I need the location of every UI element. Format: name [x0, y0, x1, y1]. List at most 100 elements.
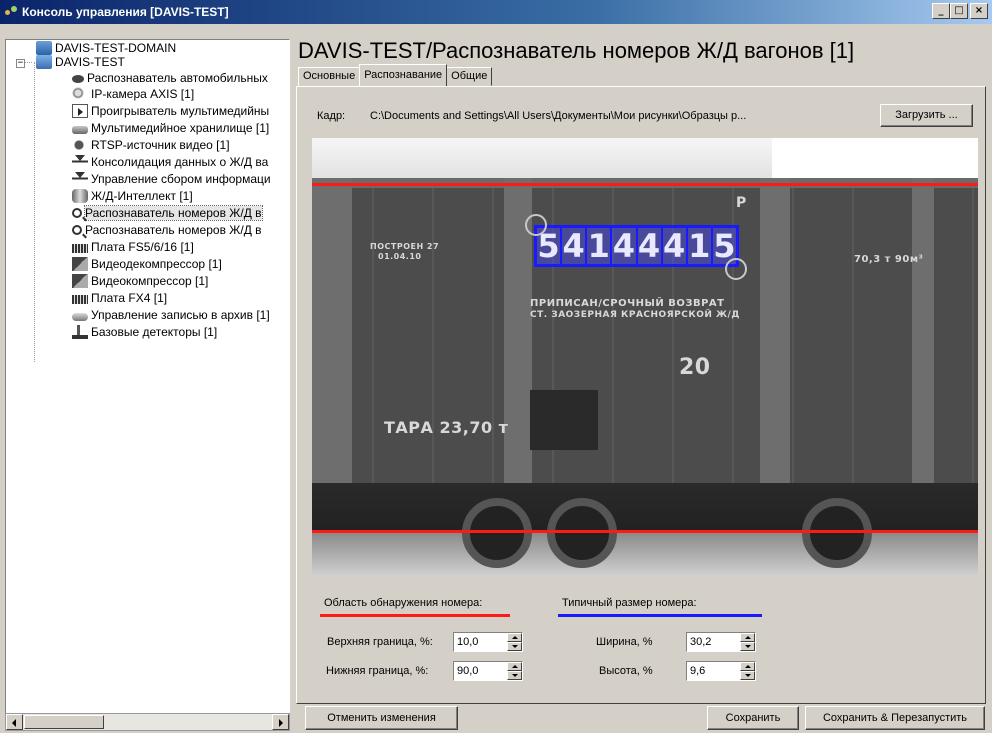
tree-item-label: RTSP-источник видео [1] — [91, 138, 230, 152]
stencil-number-20: 20 — [679, 355, 711, 380]
tree-item-label: Распознаватель автомобильных — [87, 71, 268, 85]
top-bound-spinner[interactable]: 10,0 — [453, 632, 523, 652]
recognized-number-box[interactable]: 5 4 1 4 4 4 1 5 — [534, 225, 739, 267]
page-title: DAVIS-TEST/Распознаватель номеров Ж/Д ва… — [298, 38, 855, 63]
tree-item-label: DAVIS-TEST-DOMAIN — [55, 41, 177, 55]
decompressor-icon — [72, 257, 88, 271]
resize-handle-bottom-right[interactable] — [725, 258, 747, 280]
spin-down-button[interactable] — [507, 671, 522, 680]
tree-item-rail-recognizer-2[interactable]: Распознаватель номеров Ж/Д в — [72, 222, 262, 238]
scroll-left-button[interactable] — [6, 714, 23, 730]
frame-path: C:\Documents and Settings\All Users\Доку… — [370, 110, 747, 122]
tree-item-label: Видеокомпрессор [1] — [91, 274, 209, 288]
close-button[interactable]: × — [970, 3, 988, 19]
width-spinner[interactable]: 30,2 — [686, 632, 756, 652]
tree-horizontal-scrollbar[interactable] — [5, 713, 290, 731]
recognized-digit: 1 — [685, 228, 711, 264]
spin-down-button[interactable] — [740, 671, 755, 680]
detection-top-line[interactable] — [312, 183, 978, 186]
collapse-toggle[interactable]: − — [16, 59, 25, 68]
window-title: Консоль управления [DAVIS-TEST] — [22, 5, 229, 19]
save-button[interactable]: Сохранить — [707, 706, 799, 730]
tree-item-label: Распознаватель номеров Ж/Д в — [85, 223, 262, 237]
wagon-body — [312, 178, 978, 483]
detection-area-underline — [320, 614, 510, 617]
cancel-changes-button[interactable]: Отменить изменения — [305, 706, 458, 730]
tree-item-compressor[interactable]: Видеокомпрессор [1] — [72, 273, 208, 289]
tree-item-label: Управление сбором информаци — [91, 172, 271, 186]
wagon-wheel — [462, 498, 532, 568]
compressor-icon — [72, 274, 88, 288]
tree-item-board-fs[interactable]: Плата FS5/6/16 [1] — [72, 239, 194, 255]
spin-up-button[interactable] — [740, 633, 755, 642]
bottom-bound-label: Нижняя граница, %: — [326, 665, 429, 677]
tree-item-label: DAVIS-TEST — [55, 55, 125, 69]
tree-item-auto-recognizer[interactable]: Распознаватель автомобильных — [72, 70, 268, 86]
minimize-button[interactable]: _ — [932, 3, 950, 19]
height-label: Высота, % — [599, 665, 653, 677]
width-value[interactable]: 30,2 — [690, 636, 711, 648]
wagon-wheel — [802, 498, 872, 568]
tree-item-ip-camera[interactable]: IP-камера AXIS [1] — [72, 86, 194, 102]
server-icon — [36, 55, 52, 69]
detection-bottom-line[interactable] — [312, 530, 978, 533]
height-value[interactable]: 9,6 — [690, 665, 705, 677]
rtsp-icon — [72, 138, 88, 152]
tree-connector — [34, 62, 35, 362]
spin-up-button[interactable] — [740, 662, 755, 671]
bottom-bound-value[interactable]: 90,0 — [457, 665, 478, 677]
tree-item-archive[interactable]: Управление записью в архив [1] — [72, 307, 270, 323]
tree-item-label: Видеодекомпрессор [1] — [91, 257, 222, 271]
tree-item-server[interactable]: DAVIS-TEST — [36, 54, 125, 70]
stencil-built-date: 01.04.10 — [378, 252, 422, 261]
stencil-assigned-2: СТ. ЗАОЗЕРНАЯ КРАСНОЯРСКОЙ Ж/Д — [530, 310, 740, 320]
resize-handle-top-left[interactable] — [525, 214, 547, 236]
antenna-icon — [72, 155, 88, 169]
tree-item-label: Базовые детекторы [1] — [91, 325, 218, 339]
tab-general[interactable]: Основные — [298, 67, 361, 86]
tree-item-rail-intellect[interactable]: Ж/Д-Интеллект [1] — [72, 188, 193, 204]
tree-item-label: Плата FS5/6/16 [1] — [91, 240, 194, 254]
top-bound-value[interactable]: 10,0 — [457, 636, 478, 648]
tree-item-rtsp[interactable]: RTSP-источник видео [1] — [72, 137, 230, 153]
load-button[interactable]: Загрузить ... — [880, 104, 973, 127]
bottom-bound-spinner[interactable]: 90,0 — [453, 661, 523, 681]
save-restart-button[interactable]: Сохранить & Перезапустить — [805, 706, 985, 730]
object-tree[interactable]: DAVIS-TEST-DOMAIN − DAVIS-TEST Распознав… — [5, 39, 290, 731]
frame-image[interactable]: ПОСТРОЕН 27 01.04.10 70,3 т 90м³ ПРИПИСА… — [312, 138, 978, 575]
player-icon — [72, 104, 88, 118]
recognized-digit: 4 — [660, 228, 686, 264]
database-icon — [72, 189, 88, 203]
tree-item-label: IP-камера AXIS [1] — [91, 87, 195, 101]
height-spinner[interactable]: 9,6 — [686, 661, 756, 681]
stencil-built: ПОСТРОЕН 27 — [370, 242, 440, 251]
tree-item-decompressor[interactable]: Видеодекомпрессор [1] — [72, 256, 222, 272]
tree-item-storage[interactable]: Мультимедийное хранилище [1] — [72, 120, 269, 136]
console-app-icon — [4, 5, 18, 19]
tree-item-detectors[interactable]: Базовые детекторы [1] — [72, 324, 217, 340]
tree-item-label: Управление записью в архив [1] — [91, 308, 270, 322]
ground-snow — [312, 533, 978, 575]
spin-down-button[interactable] — [507, 642, 522, 651]
detector-icon — [72, 325, 88, 339]
tab-recognition[interactable]: Распознавание — [359, 64, 448, 86]
spin-down-button[interactable] — [740, 642, 755, 651]
tree-item-data-collection[interactable]: Управление сбором информаци — [72, 171, 271, 187]
tab-common[interactable]: Общие — [446, 67, 493, 86]
tree-item-player[interactable]: Проигрыватель мультимедийны — [72, 103, 269, 119]
tree-item-rail-recognizer-1[interactable]: Распознаватель номеров Ж/Д в — [72, 205, 263, 221]
tree-item-label: Проигрыватель мультимедийны — [91, 104, 270, 118]
tree-item-board-fx4[interactable]: Плата FX4 [1] — [72, 290, 167, 306]
scroll-right-button[interactable] — [272, 714, 289, 730]
tree-item-consolidation[interactable]: Консолидация данных о Ж/Д ва — [72, 154, 268, 170]
wagon-rib — [912, 178, 934, 483]
spin-up-button[interactable] — [507, 662, 522, 671]
top-bound-label: Верхняя граница, %: — [327, 636, 433, 648]
scroll-thumb[interactable] — [24, 715, 104, 729]
window-title-bar[interactable]: Консоль управления [DAVIS-TEST] _ □ × — [0, 0, 992, 24]
typical-size-underline — [558, 614, 762, 617]
maximize-button[interactable]: □ — [950, 3, 968, 19]
recognized-digit: 1 — [585, 228, 610, 264]
spin-up-button[interactable] — [507, 633, 522, 642]
board-icon — [72, 295, 88, 304]
